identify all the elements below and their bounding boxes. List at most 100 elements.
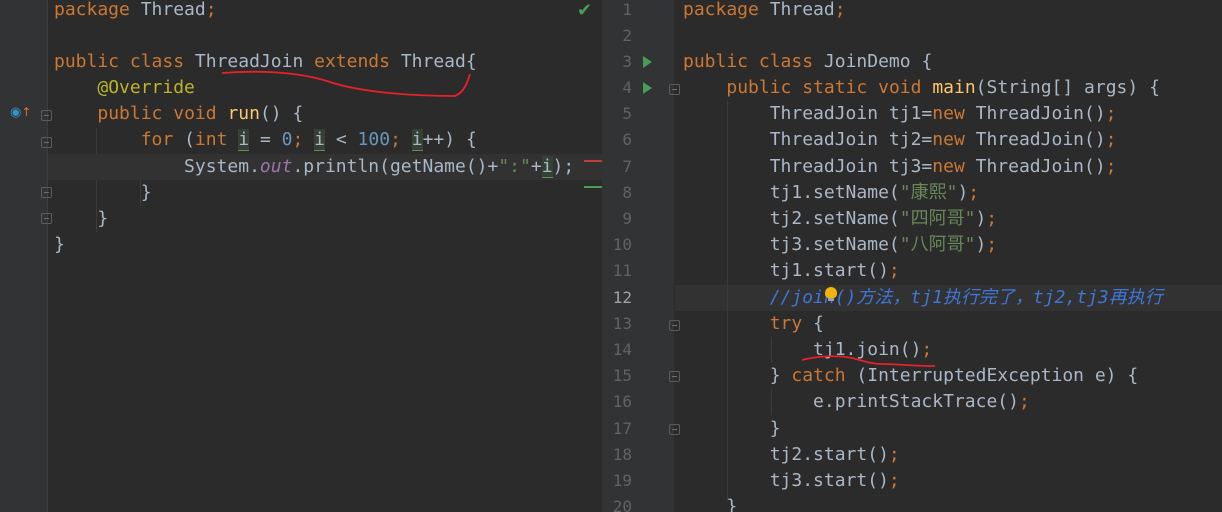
line-number: 8	[622, 183, 632, 202]
code-text: <	[335, 129, 347, 150]
code-line: }	[48, 206, 602, 232]
code-line: for (int i = 0; i < 100; i++) {	[48, 127, 602, 153]
semicolon: ;	[888, 470, 900, 491]
change-marker	[584, 160, 602, 162]
code-text: tj3.setName(	[769, 234, 900, 255]
keyword: extends	[314, 51, 390, 72]
code-line-current: //join()方法，tj1执行完了，tj2,tj3再执行	[675, 285, 1222, 311]
run-icon[interactable]	[643, 82, 652, 94]
semicolon: ;	[1105, 156, 1117, 177]
code-text: .println(getName()+	[292, 156, 499, 177]
code-text: tj2.setName(	[769, 208, 900, 229]
code-line: tj2.setName("四阿哥");	[675, 206, 1222, 232]
line-number: 12	[612, 288, 632, 307]
code-line: tj3.start();	[675, 468, 1222, 494]
code-line: tj3.setName("八阿哥");	[675, 232, 1222, 258]
string-literal: ":"	[498, 156, 531, 177]
code-line: }	[48, 232, 602, 258]
line-number: 19	[612, 471, 632, 490]
run-icon[interactable]	[643, 56, 652, 68]
code-line: } catch (InterruptedException e) {	[675, 363, 1222, 389]
annotation: @Override	[97, 77, 195, 98]
semicolon: ;	[986, 208, 998, 229]
number: 100	[357, 129, 391, 150]
left-code-area[interactable]: package Thread; public class ThreadJoin …	[48, 0, 602, 512]
code-line: public class JoinDemo {	[675, 49, 1222, 75]
code-line: package Thread;	[48, 0, 602, 23]
line-number: 13	[612, 314, 632, 333]
code-line: ThreadJoin tj1=new ThreadJoin();	[675, 101, 1222, 127]
line-number: 1	[622, 0, 632, 19]
bulb-icon[interactable]	[825, 287, 837, 301]
brace: }	[769, 365, 781, 386]
semicolon: ;	[1018, 391, 1030, 412]
left-gutter: ◉↑	[0, 0, 52, 512]
right-gutter: 1 2 3 4 5 6 7 8 9 10 11 12 13 14 15 16 1…	[602, 0, 680, 512]
loop-variable: i	[541, 156, 553, 178]
keyword: void	[173, 103, 217, 124]
class-name: ThreadJoin	[194, 51, 304, 72]
code-line: public void run() {	[48, 101, 602, 127]
code-text: )	[975, 234, 987, 255]
code-text: tj1.setName(	[769, 182, 900, 203]
keyword: package	[54, 0, 130, 20]
keyword: try	[769, 313, 803, 334]
line-number: 9	[622, 209, 632, 228]
code-text: .	[249, 156, 260, 177]
line-number: 5	[622, 104, 632, 123]
semicolon: ;	[834, 0, 846, 20]
closing-brace: }	[769, 418, 781, 439]
change-marker	[584, 186, 602, 188]
code-text: (String[] args) {	[975, 77, 1160, 98]
code-text: tj1.start()	[769, 260, 889, 281]
check-icon[interactable]: ✔	[577, 0, 592, 21]
code-text: ThreadJoin tj1=	[769, 103, 933, 124]
class-name: JoinDemo	[823, 51, 911, 72]
code-line: e.printStackTrace();	[675, 389, 1222, 415]
code-line: try {	[675, 311, 1222, 337]
keyword: void	[878, 77, 922, 98]
line-number: 18	[612, 445, 632, 464]
number: 0	[281, 129, 293, 150]
left-editor-pane[interactable]: ◉↑ package Thread; public class ThreadJo…	[0, 0, 602, 512]
code-text: );	[552, 156, 575, 177]
parent-class: Thread	[400, 51, 466, 72]
code-line: }	[675, 494, 1222, 512]
semicolon: ;	[968, 182, 980, 203]
code-text: ++) {	[422, 129, 477, 150]
semicolon: ;	[292, 129, 304, 150]
code-line: tj1.setName("康熙");	[675, 180, 1222, 206]
right-editor-pane[interactable]: 1 2 3 4 5 6 7 8 9 10 11 12 13 14 15 16 1…	[602, 0, 1222, 512]
code-text: ThreadJoin()	[975, 156, 1106, 177]
line-number: 6	[622, 130, 632, 149]
code-text: )	[957, 182, 969, 203]
semicolon: ;	[888, 260, 900, 281]
keyword: new	[932, 156, 965, 177]
line-number: 10	[612, 235, 632, 254]
code-text: (InterruptedException e) {	[856, 365, 1139, 386]
code-text: ThreadJoin tj3=	[769, 156, 933, 177]
semicolon: ;	[1105, 103, 1117, 124]
code-text: (	[184, 129, 195, 150]
closing-brace: }	[97, 208, 109, 229]
override-icon[interactable]: ◉↑	[10, 105, 31, 120]
string-literal: "八阿哥"	[899, 234, 976, 255]
code-line: tj1.join();	[675, 337, 1222, 363]
closing-brace: }	[54, 234, 65, 255]
code-text: () {	[259, 103, 304, 124]
keyword: public	[726, 77, 792, 98]
keyword: public	[54, 51, 120, 72]
line-number: 20	[612, 497, 632, 512]
keyword: package	[683, 0, 759, 20]
code-line-current: System.out.println(getName()+":"+i);	[48, 154, 602, 180]
code-text: =	[259, 129, 271, 150]
keyword: class	[758, 51, 814, 72]
code-text: ThreadJoin()	[975, 103, 1106, 124]
code-text: e.printStackTrace()	[813, 391, 1019, 412]
code-text: ThreadJoin()	[975, 129, 1106, 150]
loop-variable: i	[238, 129, 250, 151]
keyword: catch	[791, 365, 846, 386]
keyword: for	[140, 129, 174, 150]
right-code-area[interactable]: package Thread; public class JoinDemo { …	[675, 0, 1222, 512]
code-text: ThreadJoin tj2=	[769, 129, 933, 150]
